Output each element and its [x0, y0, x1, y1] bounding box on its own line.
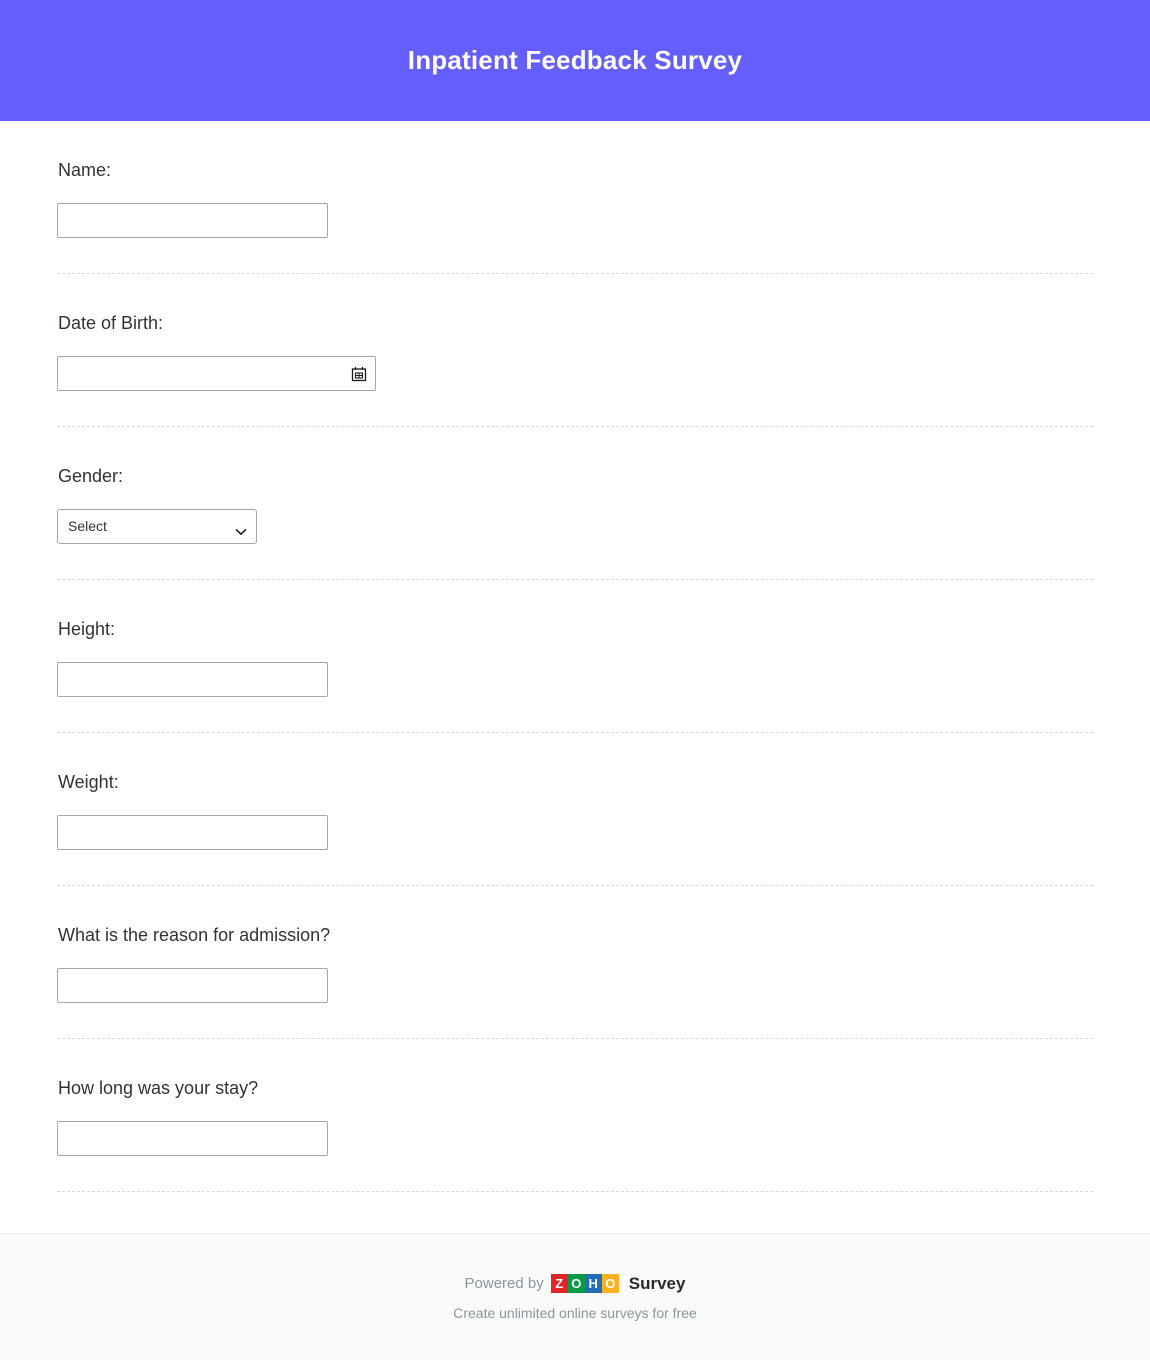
question-date-of-birth: Date of Birth:: [57, 274, 1093, 427]
survey-footer: Powered by Z O H O Survey Create unlimit…: [0, 1233, 1150, 1360]
length-of-stay-input[interactable]: [57, 1121, 328, 1156]
reason-for-admission-input[interactable]: [57, 968, 328, 1003]
footer-tagline: Create unlimited online surveys for free: [453, 1305, 697, 1321]
powered-by-row: Powered by Z O H O Survey: [465, 1274, 686, 1294]
zoho-logo-letter-h: H: [585, 1274, 602, 1293]
question-label-gender: Gender:: [58, 465, 1093, 487]
question-label-reason-for-admission: What is the reason for admission?: [58, 924, 1093, 946]
question-reason-for-admission: What is the reason for admission?: [57, 886, 1093, 1039]
question-name: Name:: [57, 121, 1093, 274]
weight-input[interactable]: [57, 815, 328, 850]
question-weight: Weight:: [57, 733, 1093, 886]
page-title: Inpatient Feedback Survey: [408, 45, 742, 76]
powered-by-label: Powered by: [465, 1275, 544, 1292]
date-of-birth-input[interactable]: [57, 356, 376, 391]
question-label-date-of-birth: Date of Birth:: [58, 312, 1093, 334]
zoho-logo-letter-o1: O: [568, 1274, 585, 1293]
question-label-height: Height:: [58, 618, 1093, 640]
question-label-name: Name:: [58, 159, 1093, 181]
survey-header: Inpatient Feedback Survey: [0, 0, 1150, 121]
question-gender: Gender: Select: [57, 427, 1093, 580]
zoho-logo-letter-o2: O: [602, 1274, 619, 1293]
zoho-logo-letter-z: Z: [551, 1274, 568, 1293]
zoho-logo: Z O H O: [551, 1274, 619, 1293]
height-input[interactable]: [57, 662, 328, 697]
name-input[interactable]: [57, 203, 328, 238]
question-length-of-stay: How long was your stay?: [57, 1039, 1093, 1192]
gender-select[interactable]: Select: [57, 509, 257, 544]
question-label-length-of-stay: How long was your stay?: [58, 1077, 1093, 1099]
question-height: Height:: [57, 580, 1093, 733]
date-field-wrapper: [57, 356, 376, 391]
gender-select-wrapper: Select: [57, 509, 257, 544]
question-label-weight: Weight:: [58, 771, 1093, 793]
zoho-product-label: Survey: [629, 1274, 686, 1294]
survey-form: Name: Date of Birth: Gender: Sel: [0, 121, 1150, 1293]
